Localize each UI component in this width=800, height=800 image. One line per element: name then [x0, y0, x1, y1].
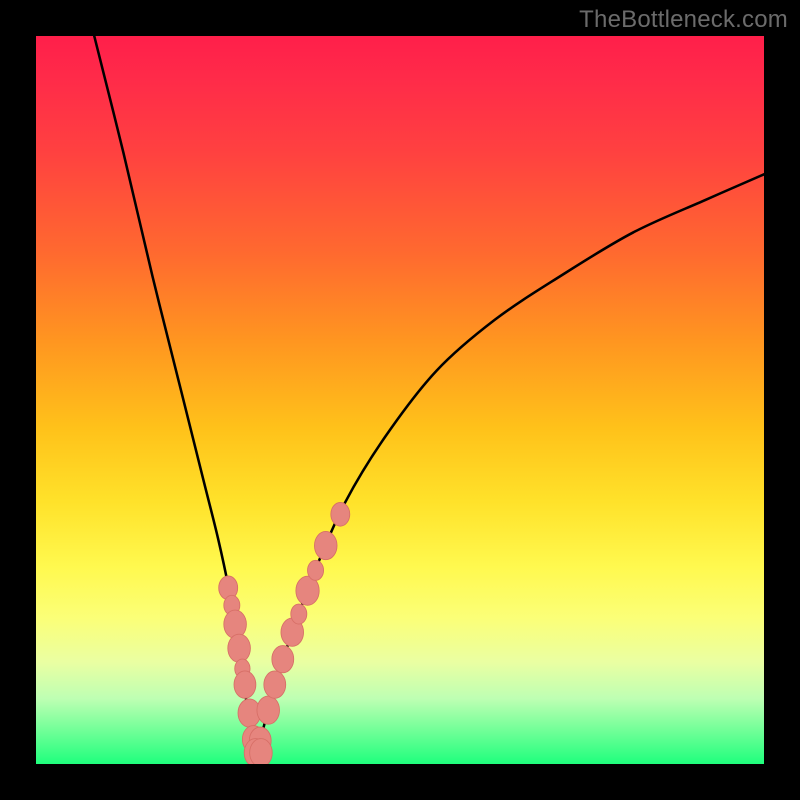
watermark-text: TheBottleneck.com — [579, 6, 788, 34]
chart-svg — [36, 36, 764, 764]
bead-right-3 — [272, 646, 294, 673]
bead-right-9 — [331, 502, 350, 526]
chart-stage: TheBottleneck.com — [0, 0, 800, 800]
bead-right-1 — [257, 696, 280, 724]
bead-left-5 — [234, 671, 256, 698]
bead-left-2 — [224, 610, 247, 638]
bead-right-7 — [308, 560, 324, 580]
bead-left-3 — [228, 634, 251, 662]
bead-right-5 — [291, 604, 307, 624]
curve-right-branch — [256, 174, 764, 752]
bead-right-8 — [314, 531, 337, 559]
bead-group — [219, 502, 350, 764]
plot-area — [36, 36, 764, 764]
bead-bottom-1 — [250, 739, 273, 764]
curve-group — [94, 36, 764, 752]
bead-right-2 — [264, 671, 286, 698]
